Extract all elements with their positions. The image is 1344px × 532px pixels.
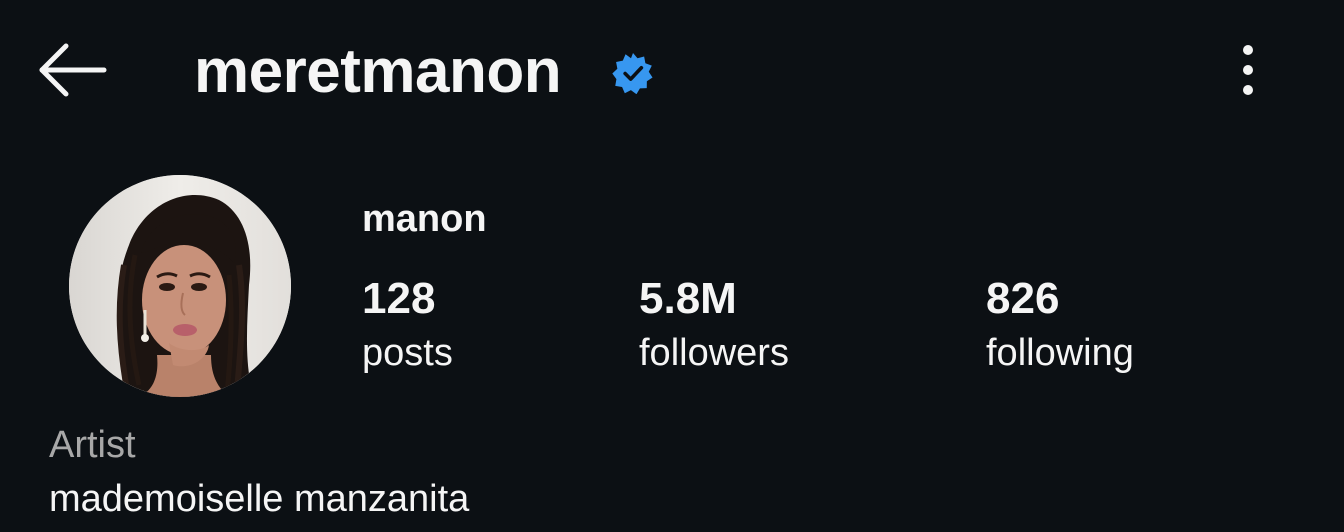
posts-label: posts [362,332,453,374]
arrow-left-icon [39,43,107,97]
avatar[interactable] [69,175,291,397]
display-name: manon [362,198,487,240]
posts-stat[interactable]: 128 posts [362,272,453,380]
top-bar: meretmanon [0,0,1344,140]
following-count: 826 [986,274,1060,323]
followers-count: 5.8M [639,274,737,323]
profile-photo [69,175,291,397]
posts-count: 128 [362,274,436,323]
followers-stat[interactable]: 5.8M followers [639,272,789,380]
profile-category: Artist [49,424,136,466]
profile-username: meretmanon [194,37,562,106]
following-stat[interactable]: 826 following [986,272,1134,380]
profile-bio: mademoiselle manzanita [49,478,470,520]
verified-badge-icon [612,52,654,95]
following-label: following [986,332,1134,374]
followers-label: followers [639,332,789,374]
profile-page: meretmanon manon 128 posts 5.8M follower… [0,0,1344,532]
back-button[interactable] [36,40,110,100]
more-vertical-icon [1243,45,1253,95]
more-options-button[interactable] [1226,42,1270,102]
